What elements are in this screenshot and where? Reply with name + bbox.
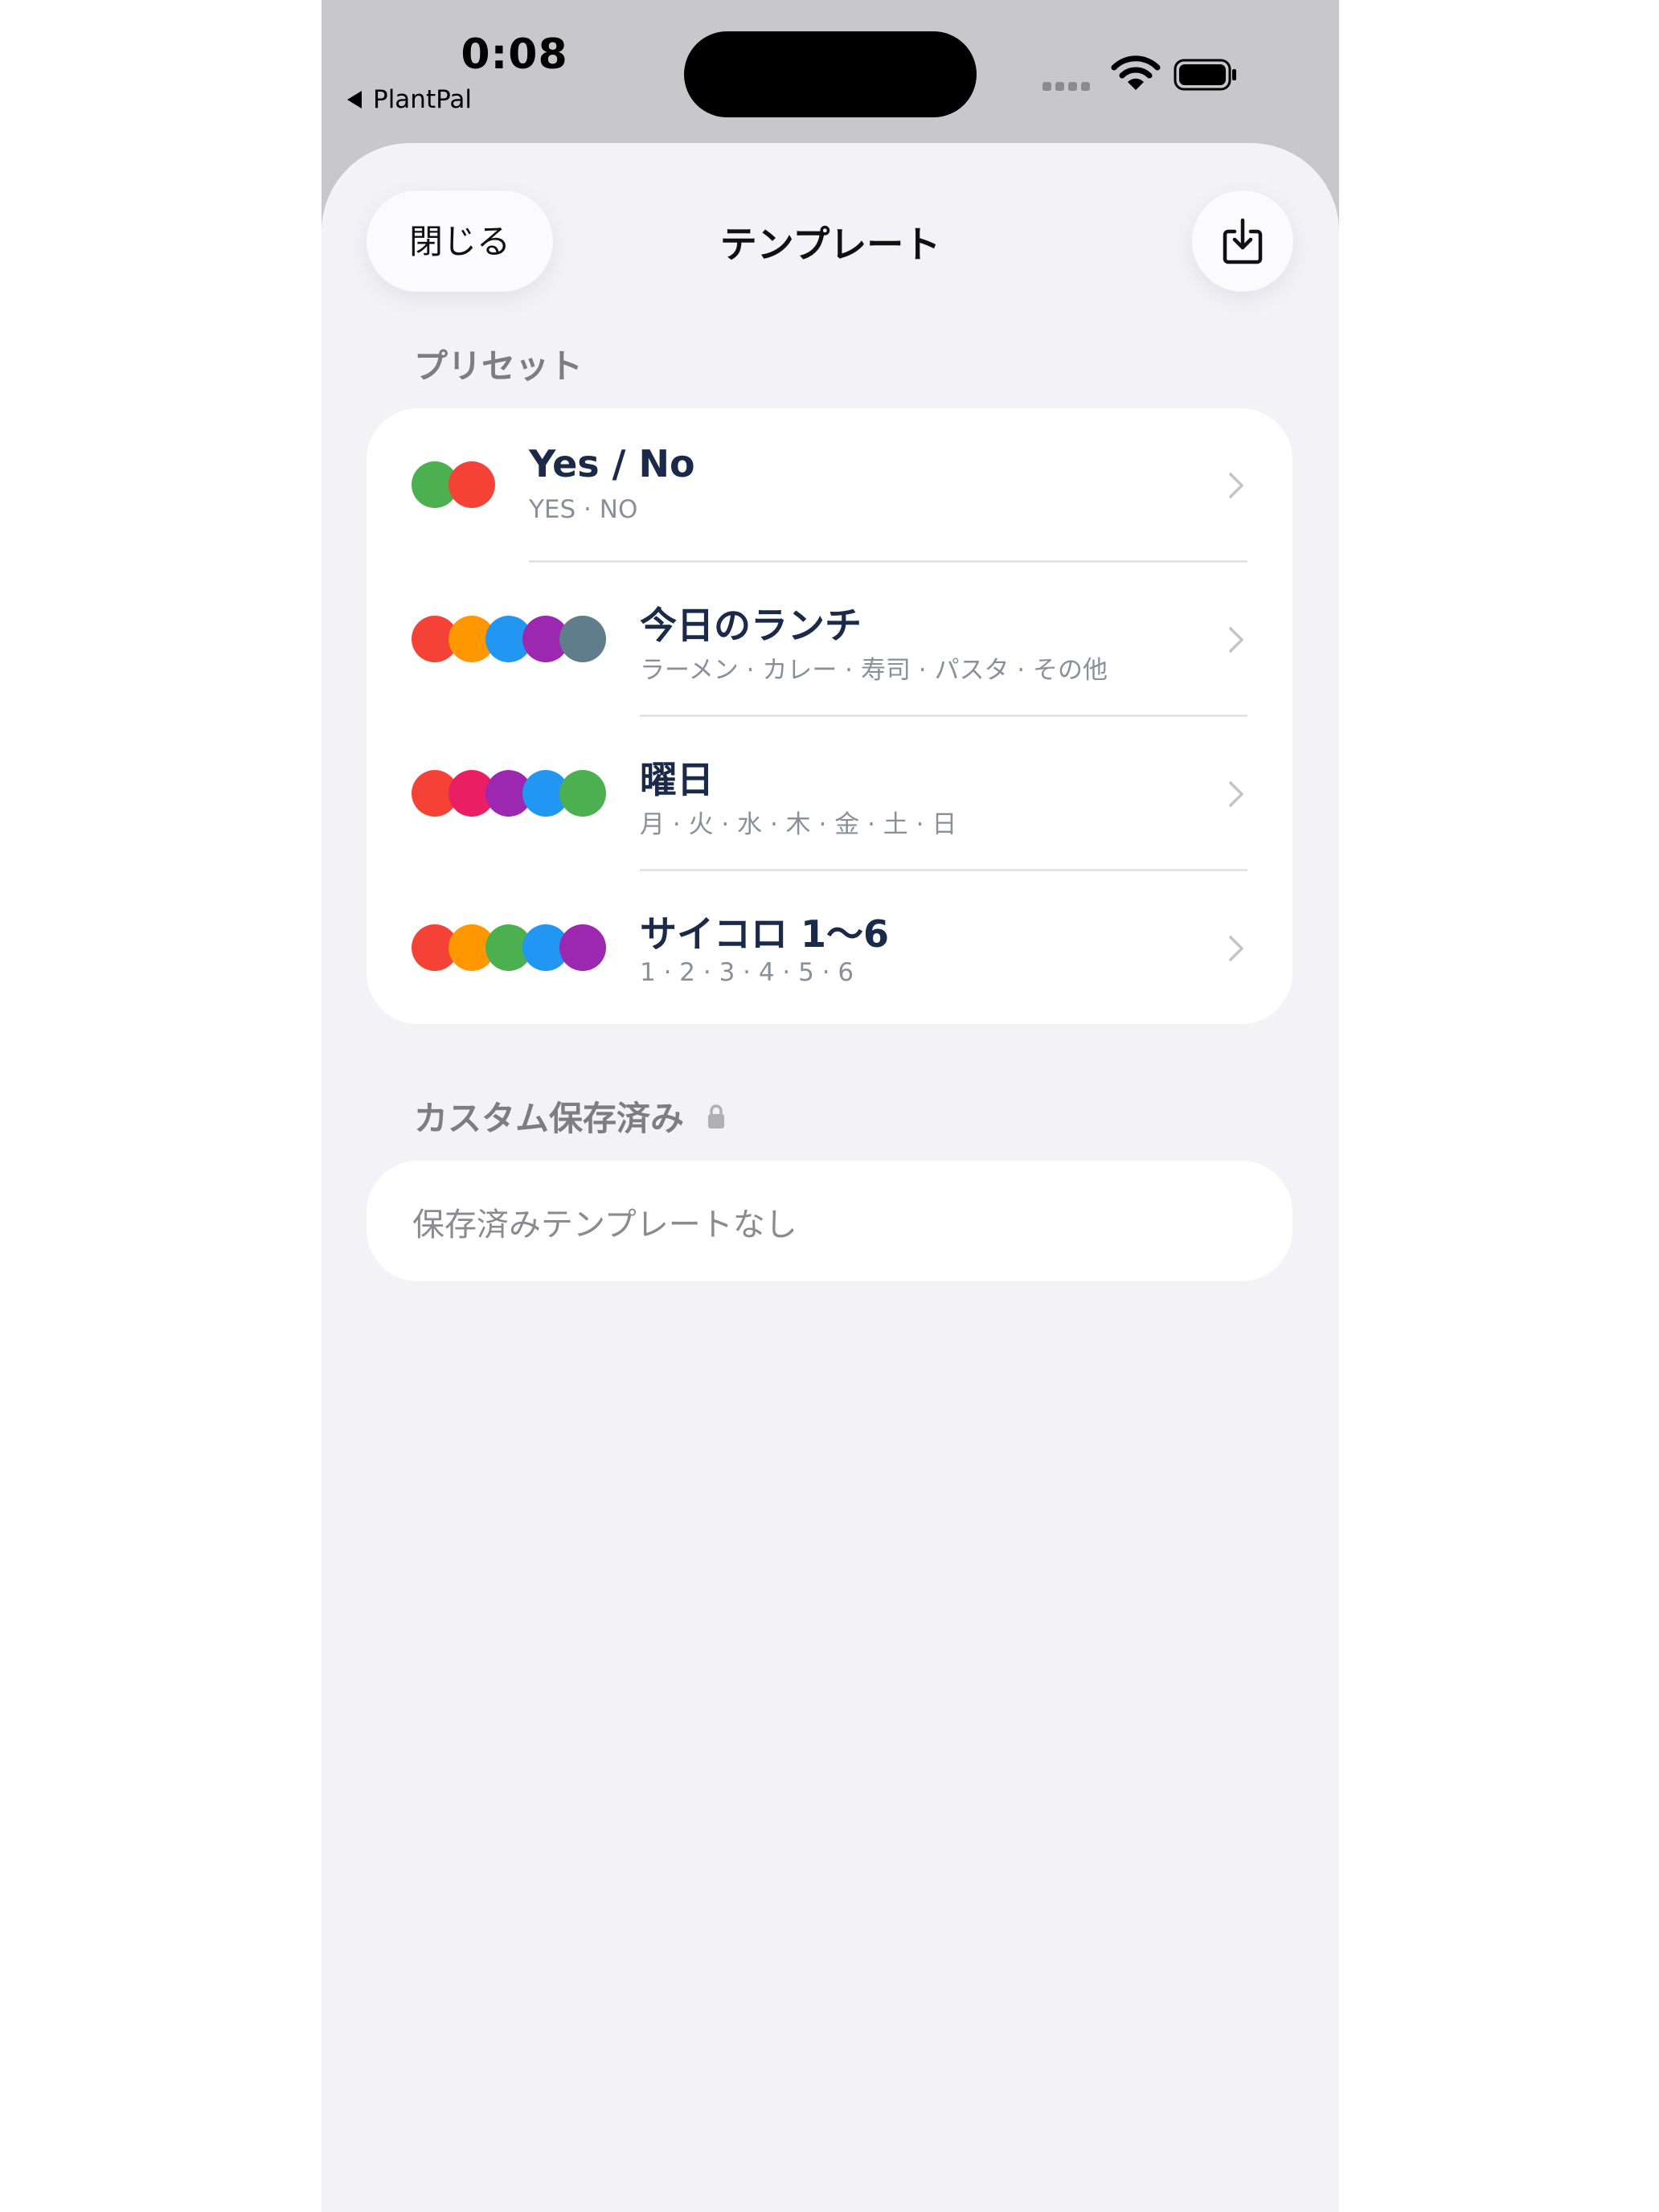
import-button[interactable] xyxy=(1192,190,1293,292)
presets-list: Yes / No YES · NO 今日のランチ ラーメン · カレー · 寿司… xyxy=(367,408,1292,1024)
custom-templates-list: 保存済みテンプレートなし xyxy=(367,1161,1292,1281)
preset-row-lunch[interactable]: 今日のランチ ラーメン · カレー · 寿司 · パスタ · その他 xyxy=(367,563,1292,717)
template-sheet: 閉じる テンプレート プリセット Yes / No YES · NO 今日のラン… xyxy=(322,143,1339,2212)
color-dot xyxy=(559,924,606,971)
sheet-title: テンプレート xyxy=(719,223,941,266)
tray-and-arrow-down-icon xyxy=(1223,218,1263,264)
preset-subtitle: YES · NO xyxy=(529,495,638,524)
back-triangle-icon xyxy=(347,91,362,109)
custom-section-header: カスタム保存済み xyxy=(414,1092,726,1141)
chevron-right-icon xyxy=(1229,781,1243,807)
color-dot xyxy=(449,461,495,508)
preset-subtitle: 月 · 火 · 水 · 木 · 金 · 土 · 日 xyxy=(640,810,957,839)
preset-row-yes-no[interactable]: Yes / No YES · NO xyxy=(367,408,1292,563)
color-dot xyxy=(559,770,606,817)
back-app-label: PlantPal xyxy=(373,85,473,114)
preset-row-weekdays[interactable]: 曜日 月 · 火 · 水 · 木 · 金 · 土 · 日 xyxy=(367,717,1292,871)
preset-title: サイコロ 1〜6 xyxy=(640,912,890,956)
color-dot xyxy=(559,616,606,662)
preset-subtitle: 1 · 2 · 3 · 4 · 5 · 6 xyxy=(640,958,854,987)
battery-icon xyxy=(1174,59,1236,91)
preset-subtitle: ラーメン · カレー · 寿司 · パスタ · その他 xyxy=(640,656,1108,685)
wifi-icon xyxy=(1111,55,1161,90)
back-to-app-link[interactable]: PlantPal xyxy=(347,85,472,114)
presets-section-header: プリセット xyxy=(414,346,584,386)
status-time: 0:08 xyxy=(461,31,568,79)
empty-state-text: 保存済みテンプレートなし xyxy=(412,1206,797,1243)
cellular-signal-icon xyxy=(1043,82,1090,91)
preset-title: 曜日 xyxy=(640,758,714,801)
lock-icon xyxy=(708,1104,725,1129)
dynamic-island xyxy=(684,31,977,117)
chevron-right-icon xyxy=(1229,473,1243,498)
preset-title: Yes / No xyxy=(529,442,695,485)
preset-title: 今日のランチ xyxy=(640,604,862,647)
status-bar: 0:08 PlantPal xyxy=(322,0,1339,145)
chevron-right-icon xyxy=(1229,627,1243,653)
chevron-right-icon xyxy=(1229,936,1243,961)
phone-screen: 0:08 PlantPal 閉じる テンプレート プリセット Yes / No … xyxy=(322,0,1339,2212)
preset-row-dice[interactable]: サイコロ 1〜6 1 · 2 · 3 · 4 · 5 · 6 xyxy=(367,871,1292,1026)
custom-section-title: カスタム保存済み xyxy=(414,1099,685,1138)
